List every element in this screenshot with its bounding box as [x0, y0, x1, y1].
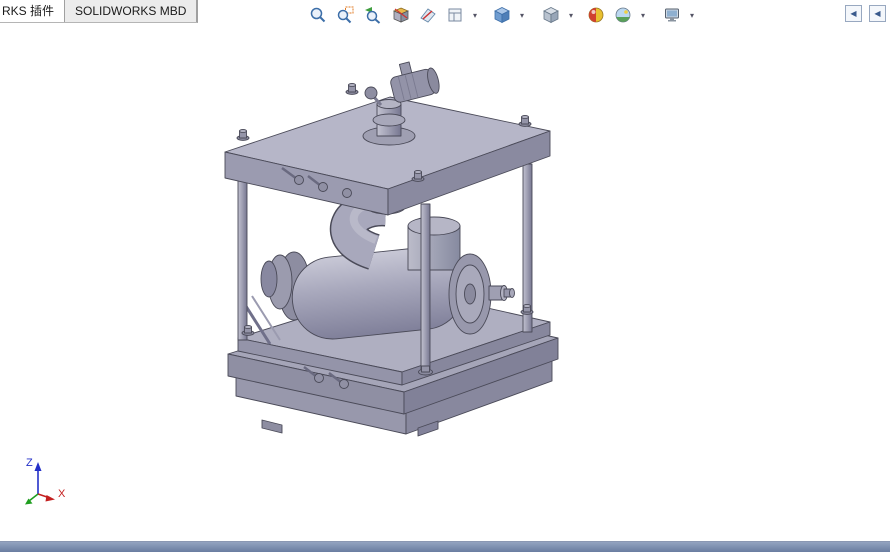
zoom-to-fit-icon: [310, 7, 326, 23]
view-orientation-button[interactable]: [443, 3, 467, 27]
view-settings-icon: [665, 8, 679, 22]
apply-scene-icon: [615, 7, 631, 23]
section-view-icon: [392, 7, 410, 23]
hide-show-items-button[interactable]: [539, 3, 563, 27]
zoom-to-area-icon: [337, 6, 354, 24]
display-style-dropdown[interactable]: ▾: [517, 3, 527, 27]
triad-z-label: Z: [26, 457, 33, 469]
heads-up-view-toolbar: ▾ ▾ ▾ ▾ ▾: [306, 2, 699, 28]
tab-solidworks-addins[interactable]: RKS 插件: [0, 0, 66, 22]
view-settings-dropdown[interactable]: ▾: [687, 3, 697, 27]
display-style-button[interactable]: [490, 3, 514, 27]
collapse-panel-button[interactable]: ◀: [845, 5, 862, 22]
view-orientation-dropdown[interactable]: ▾: [470, 3, 480, 27]
model-column-front[interactable]: [420, 203, 431, 373]
zoom-to-area-button[interactable]: [333, 3, 357, 27]
section-view-button[interactable]: [389, 3, 413, 27]
zoom-to-fit-button[interactable]: [306, 3, 330, 27]
apply-scene-button[interactable]: [611, 3, 635, 27]
previous-view-button[interactable]: [360, 3, 384, 27]
addin-tab-bar: RKS 插件 SOLIDWORKS MBD: [0, 0, 199, 23]
orientation-triad: Z X: [25, 457, 66, 505]
tab-solidworks-mbd[interactable]: SOLIDWORKS MBD: [65, 0, 198, 22]
status-bar: [0, 541, 890, 552]
previous-view-icon: [365, 7, 381, 24]
hide-show-items-dropdown[interactable]: ▾: [566, 3, 576, 27]
dynamic-annotation-views-button[interactable]: [416, 3, 440, 27]
edit-appearance-button[interactable]: [584, 3, 608, 27]
triad-x-label: X: [58, 488, 66, 500]
graphics-area[interactable]: Z X: [0, 0, 890, 552]
collapse-panel-button-2[interactable]: ◀: [869, 5, 886, 22]
view-settings-button[interactable]: [660, 3, 684, 27]
model-column-left[interactable]: [237, 179, 248, 341]
view-orientation-icon: [448, 8, 462, 22]
hide-show-items-icon: [543, 7, 559, 24]
solidworks-window: Z X RKS 插件 SOLIDWORKS MBD ▾ ▾ ▾ ▾ ▾ ◀ ◀: [0, 0, 890, 552]
model-pump-body[interactable]: [260, 189, 515, 343]
display-style-icon: [494, 7, 510, 24]
dynamic-annotation-views-icon: [420, 8, 436, 23]
apply-scene-dropdown[interactable]: ▾: [638, 3, 648, 27]
edit-appearance-icon: [588, 7, 604, 23]
